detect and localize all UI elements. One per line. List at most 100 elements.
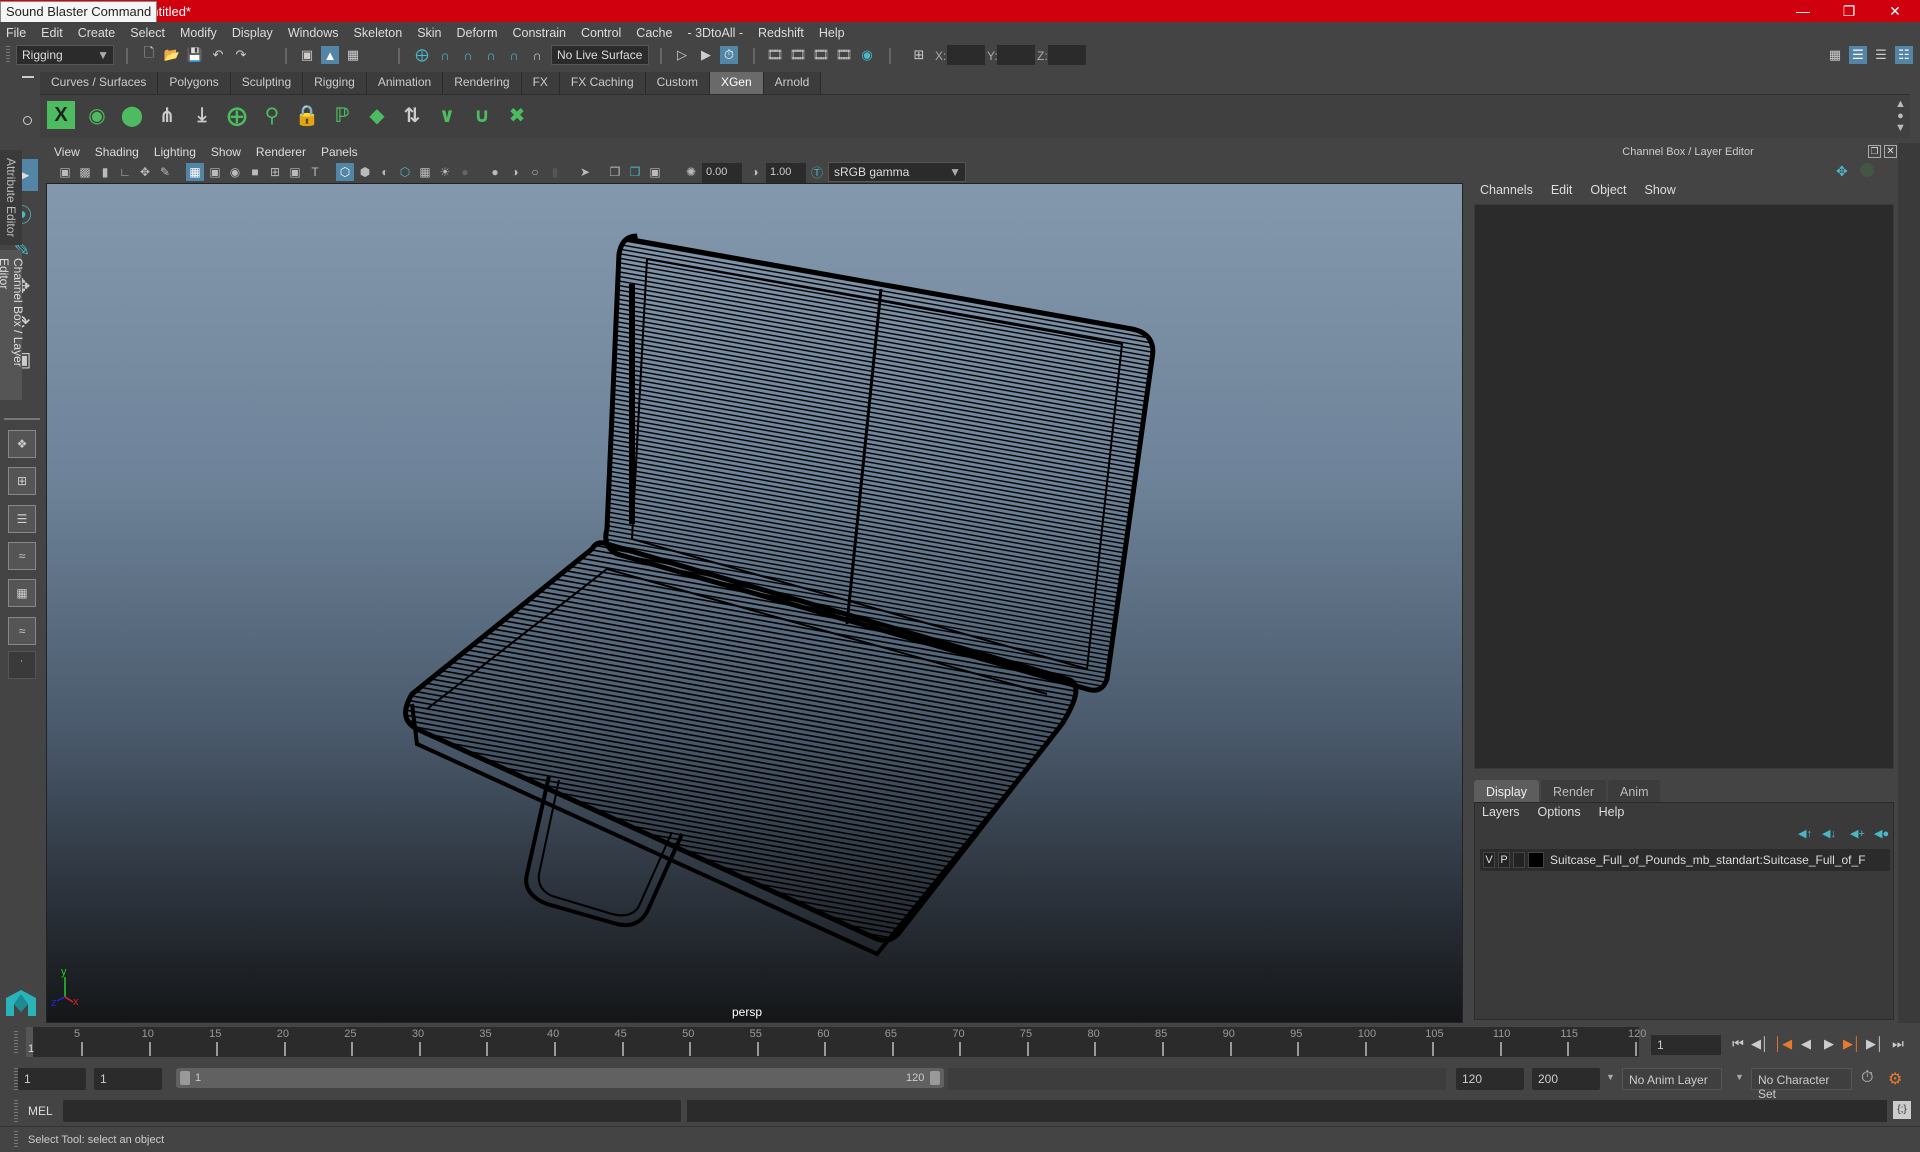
field-chart-icon[interactable]: ⊞ <box>266 163 284 181</box>
command-input[interactable] <box>63 1100 681 1122</box>
side-tab-channel-box[interactable]: Channel Box / Layer Editor <box>0 250 25 400</box>
redo-icon[interactable]: ↷ <box>232 46 250 64</box>
shelf-menu-icon[interactable] <box>22 76 34 78</box>
grid-toggle-icon[interactable]: ▦ <box>186 163 204 181</box>
mel-label[interactable]: MEL <box>28 1104 53 1118</box>
groom-modifier-icon[interactable]: ⇅ <box>397 100 427 130</box>
open-scene-icon[interactable]: 📂 <box>163 46 181 64</box>
menu-skin[interactable]: Skin <box>417 26 441 40</box>
menu-help[interactable]: Help <box>819 26 845 40</box>
play-backwards-button[interactable]: ◀ <box>1796 1035 1816 1053</box>
snap-vertex-icon[interactable]: ∩ <box>528 46 546 64</box>
interactive-groom-icon[interactable]: ◆ <box>362 100 392 130</box>
new-layer-selected-icon[interactable]: ◀● <box>1874 827 1889 840</box>
wireframe-on-shaded-icon[interactable]: ⬡ <box>396 163 414 181</box>
hypershade-icon[interactable]: ◉ <box>858 46 876 64</box>
groom-delete-icon[interactable]: ✖ <box>502 100 532 130</box>
cb-menu-show[interactable]: Show <box>1645 183 1676 197</box>
move-layer-down-icon[interactable]: ◀↓ <box>1822 827 1836 840</box>
channel-box-area[interactable] <box>1474 204 1894 769</box>
playback-end-field[interactable]: 120 <box>1456 1068 1524 1090</box>
undo-icon[interactable]: ↶ <box>209 46 227 64</box>
snap-view-plane-icon[interactable]: ∩ <box>482 46 500 64</box>
menu-constrain[interactable]: Constrain <box>513 26 567 40</box>
snap-point-icon[interactable]: ∩ <box>459 46 477 64</box>
persp-graph-layout-icon[interactable]: ≈ <box>8 542 36 570</box>
default-material-icon[interactable]: ◐ <box>376 163 394 181</box>
speed-toggle-icon[interactable]: ∕ <box>1882 163 1884 179</box>
anim-layer-dropdown[interactable]: No Anim Layer <box>1622 1068 1722 1090</box>
le-menu-layers[interactable]: Layers <box>1482 805 1520 819</box>
motion-blur-icon[interactable]: ◑ <box>506 163 524 181</box>
shelf-tab-fx[interactable]: FX <box>521 72 560 94</box>
snap-curve-icon[interactable]: ∩ <box>436 46 454 64</box>
animation-preferences-icon[interactable]: ⚙ <box>1888 1069 1902 1089</box>
textured-icon[interactable]: ▦ <box>416 163 434 181</box>
snap-live-surface-icon[interactable]: ∩ <box>505 46 523 64</box>
viewport-menu-panels[interactable]: Panels <box>321 145 358 159</box>
character-set-chevron-icon[interactable]: ▼ <box>1735 1072 1744 1082</box>
play-forwards-button[interactable]: ▶ <box>1819 1035 1839 1053</box>
single-perspective-layout-icon[interactable]: ❖ <box>8 430 36 458</box>
float-panel-icon[interactable]: ❐ <box>1868 145 1881 158</box>
shelf-tab-curves-surfaces[interactable]: Curves / Surfaces <box>40 72 159 94</box>
live-surface-field[interactable]: No Live Surface <box>551 45 649 65</box>
transform-mode-icon[interactable]: ⊞ <box>910 46 928 64</box>
resolution-gate-icon[interactable]: ◉ <box>226 163 244 181</box>
film-gate-icon[interactable]: ▣ <box>206 163 224 181</box>
persp-outliner-graph-layout-icon[interactable]: ≈ <box>8 617 36 645</box>
current-frame-field[interactable]: 1 <box>1651 1035 1721 1055</box>
step-back-key-button[interactable]: ◀│ <box>1750 1035 1770 1053</box>
menu-windows[interactable]: Windows <box>288 26 339 40</box>
channel-box-toggle-icon[interactable]: ☷ <box>1895 46 1913 64</box>
shelf-tab-sculpting[interactable]: Sculpting <box>230 72 304 94</box>
script-editor-icon[interactable]: {;} <box>1893 1101 1911 1119</box>
xgen-clear-preview-icon[interactable]: ⬤ <box>117 100 147 130</box>
playback-start-field[interactable]: 1 <box>94 1068 162 1090</box>
output-operations-icon[interactable]: ▶ <box>697 46 715 64</box>
shadows-icon[interactable]: ● <box>456 163 474 181</box>
viewport-menu-lighting[interactable]: Lighting <box>154 145 196 159</box>
xray-components-icon[interactable]: ▣ <box>646 163 664 181</box>
select-hierarchy-icon[interactable]: ▣ <box>298 46 316 64</box>
groom-collection-icon[interactable]: ∪ <box>467 100 497 130</box>
layout-more-button[interactable]: ˙ <box>8 651 36 679</box>
isolate-select-icon[interactable]: ➤ <box>576 163 594 181</box>
move-layer-up-icon[interactable]: ◀↑ <box>1798 827 1812 840</box>
side-tab-attribute-editor[interactable]: Attribute Editor <box>0 150 22 245</box>
layer-visibility-toggle[interactable]: V <box>1483 852 1495 868</box>
render-view-icon[interactable]: 🎞 <box>766 46 784 64</box>
range-end-handle[interactable] <box>930 1071 940 1085</box>
cb-menu-edit[interactable]: Edit <box>1551 183 1573 197</box>
ambient-occlusion-icon[interactable]: ● <box>486 163 504 181</box>
shelf-tab-custom[interactable]: Custom <box>645 72 710 94</box>
layer-color-swatch[interactable] <box>1528 852 1544 868</box>
shelf-settings-icon[interactable] <box>23 116 32 125</box>
layer-display-type-toggle[interactable] <box>1513 852 1525 868</box>
ipr-render-icon[interactable]: 🎞 <box>812 46 830 64</box>
animation-end-field[interactable]: 200 <box>1532 1068 1600 1090</box>
menu-skeleton[interactable]: Skeleton <box>354 26 403 40</box>
viewport-menu-shading[interactable]: Shading <box>95 145 139 159</box>
toolbar-grip[interactable] <box>6 46 10 64</box>
groom-select-icon[interactable]: ∨ <box>432 100 462 130</box>
command-line-grip[interactable] <box>14 1100 18 1122</box>
menu-deform[interactable]: Deform <box>457 26 498 40</box>
grease-pencil-icon[interactable]: ✎ <box>156 163 174 181</box>
render-settings-icon[interactable]: 🎞 <box>835 46 853 64</box>
shelf-tab-rendering[interactable]: Rendering <box>443 72 522 94</box>
step-forward-key-button[interactable]: ▶│ <box>1865 1035 1885 1053</box>
gamma-field[interactable]: 1.00 <box>766 163 806 183</box>
x-field[interactable] <box>947 45 985 65</box>
le-menu-options[interactable]: Options <box>1538 805 1581 819</box>
anti-aliasing-icon[interactable]: ○ <box>526 163 544 181</box>
menu-3dtoall[interactable]: - 3DtoAll - <box>687 26 743 40</box>
shelf-tab-fx-caching[interactable]: FX Caching <box>559 72 646 94</box>
camera-attributes-icon[interactable]: ▩ <box>76 163 94 181</box>
tool-settings-toggle-icon[interactable]: ☰ <box>1872 46 1890 64</box>
cb-menu-channels[interactable]: Channels <box>1480 183 1533 197</box>
layer-name[interactable]: Suitcase_Full_of_Pounds_mb_standart:Suit… <box>1550 853 1866 867</box>
input-operations-icon[interactable]: ▷ <box>673 46 691 64</box>
guide-lock-icon[interactable]: 🔒 <box>292 100 322 130</box>
menu-cache[interactable]: Cache <box>636 26 672 40</box>
